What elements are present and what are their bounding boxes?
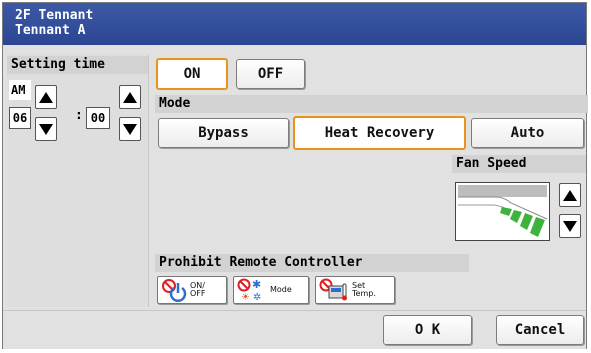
title-floor: 2F Tennant	[15, 8, 94, 23]
prohibit-settemp-button[interactable]: Set Temp.	[315, 276, 395, 304]
hour-down-button[interactable]	[35, 117, 57, 141]
hour-field: 06	[9, 107, 31, 129]
time-separator: :	[75, 108, 83, 123]
title-bar: 2F Tennant Tennant A	[3, 3, 586, 45]
mode-label: Mode	[155, 95, 588, 113]
up-arrow-icon	[123, 91, 137, 103]
up-arrow-icon	[39, 91, 53, 103]
off-button[interactable]: OFF	[236, 59, 305, 89]
prohibit-onoff-button[interactable]: ON/ OFF	[157, 276, 227, 304]
hour-up-button[interactable]	[35, 85, 57, 109]
on-button[interactable]: ON	[156, 58, 228, 90]
dialog-frame: 2F Tennant Tennant A Setting time AM 06 …	[2, 2, 588, 349]
fan-speed-down-button[interactable]	[559, 214, 581, 238]
setting-time-label: Setting time	[7, 56, 148, 74]
prohibit-mode-icon: ✱ ☀ ✲	[237, 278, 261, 302]
svg-text:☀: ☀	[241, 292, 250, 302]
setting-time-panel: Setting time AM 06 : 00	[7, 54, 149, 307]
mode-bypass-button[interactable]: Bypass	[158, 118, 289, 148]
prohibit-mode-button[interactable]: ✱ ☀ ✲ Mode	[233, 276, 309, 304]
prohibit-temperature-icon	[319, 278, 347, 301]
minute-field: 00	[86, 107, 110, 129]
prohibit-power-icon	[162, 279, 187, 302]
cancel-button[interactable]: Cancel	[496, 315, 584, 345]
fan-speed-icon	[456, 183, 549, 240]
svg-text:✱: ✱	[252, 278, 261, 291]
title-tenant: Tennant A	[15, 23, 86, 38]
minute-up-button[interactable]	[119, 85, 141, 109]
prohibit-onoff-label: ON/ OFF	[190, 281, 206, 298]
mode-heat-recovery-button[interactable]: Heat Recovery	[293, 116, 466, 150]
up-arrow-icon	[563, 189, 577, 201]
mode-auto-button[interactable]: Auto	[471, 118, 584, 148]
prohibit-mode-label: Mode	[270, 285, 292, 294]
fan-speed-up-button[interactable]	[559, 183, 581, 207]
prohibit-label: Prohibit Remote Controller	[155, 254, 469, 272]
fan-speed-label: Fan Speed	[452, 155, 586, 173]
down-arrow-icon	[39, 123, 53, 135]
svg-text:✲: ✲	[253, 292, 261, 302]
minute-down-button[interactable]	[119, 117, 141, 141]
fan-speed-indicator	[455, 182, 550, 241]
down-arrow-icon	[563, 220, 577, 232]
ampm-indicator: AM	[9, 80, 31, 100]
ok-button[interactable]: O K	[383, 315, 472, 345]
down-arrow-icon	[123, 123, 137, 135]
prohibit-settemp-label: Set Temp.	[352, 281, 376, 298]
